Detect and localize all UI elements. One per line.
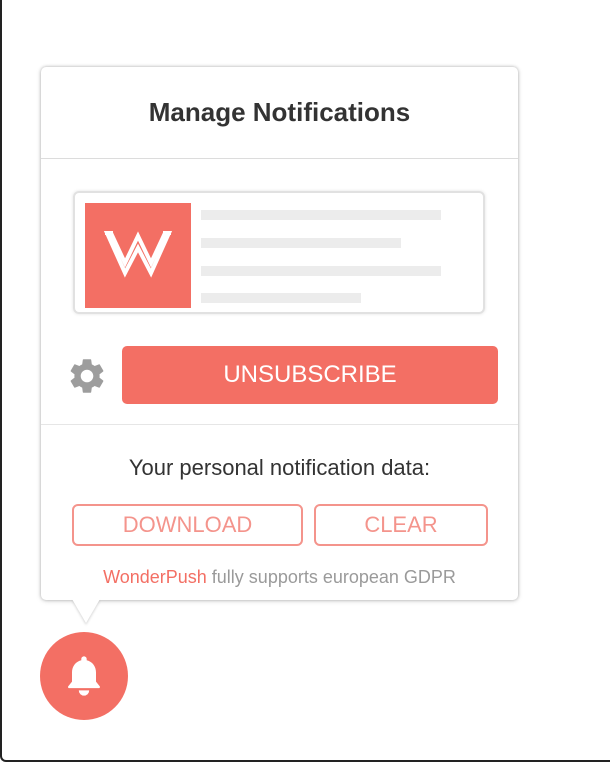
wonderpush-link[interactable]: WonderPush: [103, 567, 207, 587]
download-button[interactable]: DOWNLOAD: [72, 504, 303, 546]
preview-placeholder-line: [201, 210, 441, 220]
gdpr-text: fully supports european GDPR: [206, 567, 456, 587]
bell-icon: [68, 656, 100, 696]
personal-data-label: Your personal notification data:: [128, 455, 431, 480]
gdpr-notice: WonderPush fully supports european GDPR: [41, 567, 518, 588]
clear-button[interactable]: CLEAR: [314, 504, 488, 546]
notification-preview-card: [73, 191, 485, 314]
preview-placeholder-line: [201, 293, 361, 303]
manage-notifications-popup: Manage Notifications UNSUBSCRIBE Your pe…: [41, 67, 518, 600]
preview-placeholder-line: [201, 238, 401, 248]
unsubscribe-button[interactable]: UNSUBSCRIBE: [122, 346, 498, 404]
wonderpush-logo: [85, 203, 191, 308]
section-divider: [41, 424, 518, 425]
popup-title: Manage Notifications: [41, 67, 518, 159]
notification-bell-button[interactable]: [40, 632, 128, 720]
settings-button[interactable]: [65, 354, 109, 398]
popup-arrow: [72, 599, 100, 623]
preview-placeholder-line: [201, 266, 441, 276]
gear-icon: [70, 359, 104, 393]
wonderpush-w-icon: [103, 231, 173, 278]
